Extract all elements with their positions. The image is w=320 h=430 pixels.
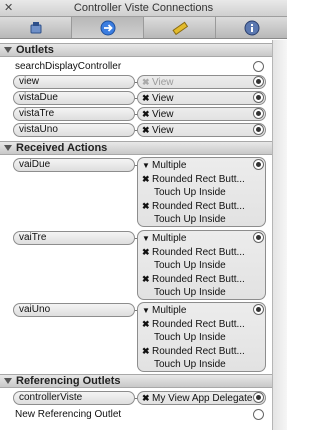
disclosure-triangle-icon xyxy=(4,47,12,54)
outlet-target-line: ✖ View xyxy=(142,92,174,105)
section-referencing-outlets[interactable]: Referencing Outlets xyxy=(0,374,272,388)
target-name: View xyxy=(152,77,174,88)
source-name: Rounded Rect Butt... xyxy=(152,174,245,185)
disclosure-triangle-icon xyxy=(4,378,12,385)
new-referencing-outlet-label: New Referencing Outlet xyxy=(15,409,122,420)
source-name: Rounded Rect Butt... xyxy=(152,319,245,330)
size-ruler-icon xyxy=(171,21,188,35)
disconnect-x-icon[interactable]: ✖ xyxy=(142,392,152,405)
action-radio-vaiDue[interactable] xyxy=(253,159,264,170)
outlet-target-line: ✖ View xyxy=(142,76,174,89)
dropdown-triangle-icon: ▼ xyxy=(142,161,150,170)
section-title: Outlets xyxy=(16,44,54,56)
outlet-pill-vistaUno[interactable]: vistaUno xyxy=(13,123,135,137)
scrollbar[interactable] xyxy=(272,40,287,430)
multiple-label: Multiple xyxy=(152,305,187,316)
close-icon[interactable]: ✕ xyxy=(4,2,13,15)
tab-attributes[interactable] xyxy=(0,17,72,38)
referencing-pill-controllerViste[interactable]: controllerViste xyxy=(13,391,135,405)
disclosure-triangle-icon xyxy=(4,145,12,152)
window-title: Controller Viste Connections xyxy=(73,2,214,14)
outlet-target-vistaTre[interactable]: ✖ View xyxy=(137,107,266,121)
action-connections-vaiTre: ▼ Multiple ✖ Rounded Rect Butt... Touch Up… xyxy=(137,230,266,300)
section-title: Received Actions xyxy=(16,142,108,154)
multiple-line[interactable]: ▼ Multiple xyxy=(142,304,186,317)
tab-connections[interactable] xyxy=(72,17,144,38)
action-radio-vaiTre[interactable] xyxy=(253,232,264,243)
action-pill-vaiUno[interactable]: vaiUno xyxy=(13,303,135,317)
section-outlets[interactable]: Outlets xyxy=(0,43,272,57)
disconnect-x-icon[interactable]: ✖ xyxy=(142,108,152,121)
outlet-radio-vistaDue[interactable] xyxy=(253,92,264,103)
attributes-icon xyxy=(30,21,41,33)
source-line: ✖ Rounded Rect Butt... xyxy=(142,345,245,358)
dropdown-triangle-icon: ▼ xyxy=(142,234,150,243)
event-line: Touch Up Inside xyxy=(154,214,226,225)
event-line: Touch Up Inside xyxy=(154,359,226,370)
outlet-target-line: ✖ View xyxy=(142,124,174,137)
outlet-pill-vistaDue[interactable]: vistaDue xyxy=(13,91,135,105)
title-bar: ✕ Controller Viste Connections xyxy=(0,0,287,17)
source-name: Rounded Rect Butt... xyxy=(152,274,245,285)
target-name: View xyxy=(152,125,174,136)
connections-arrow-icon xyxy=(100,20,115,35)
outlet-target-line: ✖ View xyxy=(142,108,174,121)
outlet-radio-vistaTre[interactable] xyxy=(253,108,264,119)
target-name: View xyxy=(152,109,174,120)
outlet-pill-view[interactable]: view xyxy=(13,75,135,89)
outlet-target-view[interactable]: ✖ View xyxy=(137,75,266,89)
multiple-line[interactable]: ▼ Multiple xyxy=(142,159,186,172)
outlet-radio-vistaUno[interactable] xyxy=(253,124,264,135)
connections-panel: Outlets searchDisplayController view ✖ Vi… xyxy=(0,40,272,430)
disconnect-x-icon[interactable]: ✖ xyxy=(142,345,152,358)
event-line: Touch Up Inside xyxy=(154,287,226,298)
source-line: ✖ Rounded Rect Butt... xyxy=(142,200,245,213)
action-radio-vaiUno[interactable] xyxy=(253,304,264,315)
tab-size[interactable] xyxy=(144,17,216,38)
action-pill-vaiTre[interactable]: vaiTre xyxy=(13,231,135,245)
section-title: Referencing Outlets xyxy=(16,375,121,387)
inspector-toolbar xyxy=(0,17,287,39)
source-line: ✖ Rounded Rect Butt... xyxy=(142,246,245,259)
event-line: Touch Up Inside xyxy=(154,260,226,271)
outlet-unconnected-label: searchDisplayController xyxy=(15,61,122,72)
multiple-line[interactable]: ▼ Multiple xyxy=(142,232,186,245)
disconnect-x-icon[interactable]: ✖ xyxy=(142,76,152,89)
source-line: ✖ Rounded Rect Butt... xyxy=(142,173,245,186)
disconnect-x-icon[interactable]: ✖ xyxy=(142,173,152,186)
tab-identity[interactable] xyxy=(216,17,287,38)
outlet-target-vistaDue[interactable]: ✖ View xyxy=(137,91,266,105)
disconnect-x-icon[interactable]: ✖ xyxy=(142,318,152,331)
outlet-radio-view[interactable] xyxy=(253,76,264,87)
action-connections-vaiUno: ▼ Multiple ✖ Rounded Rect Butt... Touch Up… xyxy=(137,302,266,372)
target-name: My View App Delegate xyxy=(152,393,253,404)
action-connections-vaiDue: ▼ Multiple ✖ Rounded Rect Butt... Touch Up… xyxy=(137,157,266,227)
disconnect-x-icon[interactable]: ✖ xyxy=(142,92,152,105)
source-name: Rounded Rect Butt... xyxy=(152,247,245,258)
referencing-target-line: ✖ My View App Delegate xyxy=(142,392,252,405)
disconnect-x-icon[interactable]: ✖ xyxy=(142,200,152,213)
dropdown-triangle-icon: ▼ xyxy=(142,306,150,315)
multiple-label: Multiple xyxy=(152,160,187,171)
source-name: Rounded Rect Butt... xyxy=(152,201,245,212)
action-pill-vaiDue[interactable]: vaiDue xyxy=(13,158,135,172)
event-line: Touch Up Inside xyxy=(154,187,226,198)
disconnect-x-icon[interactable]: ✖ xyxy=(142,246,152,259)
info-icon xyxy=(244,20,259,35)
event-line: Touch Up Inside xyxy=(154,332,226,343)
disconnect-x-icon[interactable]: ✖ xyxy=(142,124,152,137)
source-name: Rounded Rect Butt... xyxy=(152,346,245,357)
disconnect-x-icon[interactable]: ✖ xyxy=(142,273,152,286)
source-line: ✖ Rounded Rect Butt... xyxy=(142,273,245,286)
outlet-connect-radio[interactable] xyxy=(253,61,264,72)
outlet-pill-vistaTre[interactable]: vistaTre xyxy=(13,107,135,121)
outlet-target-vistaUno[interactable]: ✖ View xyxy=(137,123,266,137)
source-line: ✖ Rounded Rect Butt... xyxy=(142,318,245,331)
referencing-radio-controllerViste[interactable] xyxy=(253,392,264,403)
referencing-target[interactable]: ✖ My View App Delegate xyxy=(137,391,266,405)
target-name: View xyxy=(152,93,174,104)
multiple-label: Multiple xyxy=(152,233,187,244)
section-received-actions[interactable]: Received Actions xyxy=(0,141,272,155)
new-referencing-outlet-radio[interactable] xyxy=(253,409,264,420)
